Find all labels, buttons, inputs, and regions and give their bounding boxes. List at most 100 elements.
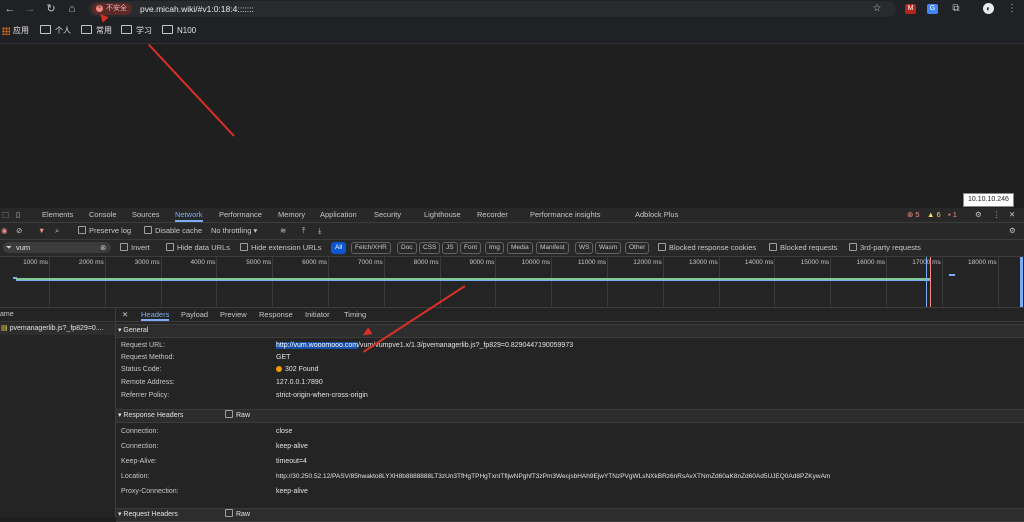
response-headers-section-header[interactable]: ▾ Response Headers Raw (116, 409, 1024, 423)
network-conditions-icon[interactable]: ≋ (280, 225, 286, 237)
tab-elements[interactable]: Elements (42, 208, 73, 222)
type-chip-media[interactable]: Media (507, 242, 533, 254)
import-har-icon[interactable]: ⤒ (302, 225, 305, 237)
timeline-gridline (662, 257, 664, 307)
type-chip-fetch-xhr[interactable]: Fetch/XHR (351, 242, 391, 254)
error-count[interactable]: ⊗ 5 (907, 208, 920, 222)
referrer-policy-value: strict-origin-when-cross-origin (276, 392, 368, 399)
type-chip-wasm[interactable]: Wasm (595, 242, 622, 254)
tab-payload[interactable]: Payload (181, 308, 208, 320)
search-icon[interactable]: ⌕ (55, 225, 59, 237)
close-devtools-icon[interactable]: ✕ (1009, 208, 1015, 222)
type-chip-manifest[interactable]: Manifest (536, 242, 569, 254)
url-text[interactable]: pve.micah.wiki/#v1:0:18:4::::::: (140, 3, 254, 15)
request-headers-section-header[interactable]: ▾ Request Headers Raw (116, 508, 1024, 522)
more-menu-icon[interactable]: ⋮ (1006, 3, 1018, 15)
filter-input[interactable]: ⏷ vum ⊗ (3, 242, 111, 253)
disable-cache-checkbox[interactable]: Disable cache (144, 225, 202, 237)
tab-response[interactable]: Response (259, 308, 293, 320)
checkbox-box (658, 243, 666, 252)
home-icon[interactable]: ⌂ (66, 3, 78, 15)
bookmark-folder-personal[interactable]: 个人 (40, 25, 71, 37)
timeline-gridline (328, 257, 329, 307)
tab-recorder[interactable]: Recorder (477, 208, 508, 222)
filter-icon[interactable]: ▼ (38, 225, 45, 237)
security-chip[interactable]: × 不安全 (92, 3, 132, 15)
back-icon[interactable]: ← (4, 3, 16, 15)
status-code-value: 302 Found (276, 366, 318, 373)
timeline-gridline (997, 257, 999, 307)
tab-console[interactable]: Console (89, 208, 117, 222)
bookmark-folder-common[interactable]: 常用 (81, 25, 112, 37)
type-chip-css[interactable]: CSS (419, 242, 441, 254)
timeline-gridline (774, 257, 776, 307)
general-section-header[interactable]: ▾ General (116, 324, 1024, 338)
request-method-label: Request Method: (121, 354, 175, 361)
request-row[interactable]: ▤ pvemanagerlib.js?_fp829=0.... (0, 323, 115, 335)
address-bar[interactable]: × 不安全 pve.micah.wiki/#v1:0:18:4::::::: ☆ (88, 1, 896, 17)
tab-preview[interactable]: Preview (220, 308, 247, 320)
timeline-tick-label: 18000 ms (968, 259, 997, 266)
name-column-header[interactable]: ame (0, 308, 115, 322)
tab-performance-insights[interactable]: Performance insights (530, 208, 600, 222)
star-icon[interactable]: ☆ (871, 3, 883, 15)
translate-extension-icon[interactable]: G (927, 4, 938, 14)
type-chip-doc[interactable]: Doc (397, 242, 417, 254)
tab-adblock-plus[interactable]: Adblock Plus (635, 208, 678, 222)
preserve-log-checkbox[interactable]: Preserve log (78, 225, 131, 237)
hide-extension-urls-checkbox[interactable]: Hide extension URLs (240, 242, 321, 254)
forward-icon[interactable]: → (24, 3, 36, 15)
tab-performance[interactable]: Performance (219, 208, 262, 222)
tab-headers[interactable]: Headers (141, 308, 170, 321)
clear-filter-icon[interactable]: ⊗ (100, 242, 106, 254)
warning-count[interactable]: ▲ 6 (927, 208, 941, 222)
header-name: Keep-Alive: (121, 458, 157, 465)
extensions-icon[interactable]: ⧉ (950, 3, 962, 15)
issues-count[interactable]: ▪ 1 (948, 208, 957, 222)
type-chip-ws[interactable]: WS (575, 242, 594, 254)
close-details-icon[interactable]: ✕ (122, 308, 128, 320)
bookmark-folder-study[interactable]: 学习 (121, 25, 152, 37)
type-chip-js[interactable]: JS (442, 242, 458, 254)
tab-sources[interactable]: Sources (132, 208, 160, 222)
blocked-response-cookies-checkbox[interactable]: Blocked response cookies (658, 242, 756, 254)
raw-checkbox[interactable]: Raw (225, 509, 250, 521)
blocked-requests-checkbox[interactable]: Blocked requests (769, 242, 838, 254)
devtools-tab-bar: ⬚ ▯ Elements Console Sources Network Per… (0, 208, 1024, 223)
type-chip-img[interactable]: Img (485, 242, 504, 254)
bookmark-apps[interactable]: 应用 (2, 25, 29, 37)
profile-avatar[interactable]: ◐ (983, 3, 994, 14)
tab-security[interactable]: Security (374, 208, 401, 222)
tab-memory[interactable]: Memory (278, 208, 305, 222)
tab-lighthouse[interactable]: Lighthouse (424, 208, 461, 222)
timeline-range-handle[interactable] (1020, 257, 1023, 307)
devtools-more-icon[interactable]: ⋮ (993, 208, 1001, 222)
bookmark-folder-n100[interactable]: N100 (162, 25, 196, 37)
network-settings-icon[interactable]: ⚙ (1009, 225, 1016, 237)
reload-icon[interactable]: ↻ (45, 3, 57, 15)
record-icon[interactable]: ◉ (1, 225, 8, 237)
gmail-extension-icon[interactable]: M (905, 4, 916, 14)
tab-network[interactable]: Network (175, 208, 203, 222)
section-title: General (123, 327, 149, 334)
network-timeline-overview[interactable]: 1000 ms 2000 ms 3000 ms 4000 ms 5000 ms 6000 … (0, 257, 1024, 308)
type-chip-other[interactable]: Other (625, 242, 650, 254)
export-har-icon[interactable]: ⤓ (318, 225, 321, 237)
raw-checkbox[interactable]: Raw (225, 410, 250, 422)
header-name: Location: (121, 473, 150, 480)
clear-icon[interactable]: ⊘ (16, 225, 22, 237)
device-toolbar-icon[interactable]: ▯ (16, 208, 20, 222)
throttling-select[interactable]: No throttling ▾ (211, 225, 257, 237)
third-party-requests-checkbox[interactable]: 3rd-party requests (849, 242, 921, 254)
tab-application[interactable]: Application (320, 208, 357, 222)
timeline-gridline (941, 257, 943, 307)
type-chip-font[interactable]: Font (460, 242, 482, 254)
type-chip-all[interactable]: All (331, 242, 347, 254)
tab-initiator[interactable]: Initiator (305, 308, 330, 320)
hide-data-urls-checkbox[interactable]: Hide data URLs (166, 242, 230, 254)
checkbox-label: Blocked requests (780, 243, 838, 252)
settings-gear-icon[interactable]: ⚙ (975, 208, 982, 222)
tab-timing[interactable]: Timing (344, 308, 366, 320)
inspect-icon[interactable]: ⬚ (2, 208, 9, 222)
invert-checkbox[interactable]: Invert (120, 242, 150, 254)
